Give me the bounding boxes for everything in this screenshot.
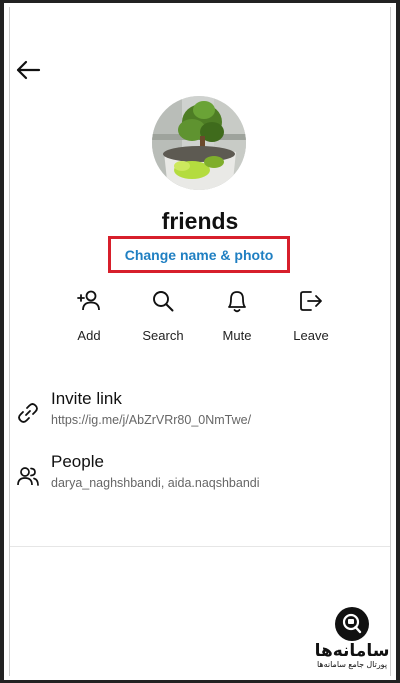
people-members: darya_naghshbandi, aida.naqshbandi (51, 476, 260, 490)
group-name: friends (161, 208, 239, 234)
bell-icon (228, 291, 246, 313)
invite-link-url: https://ig.me/j/AbZrVRr80_0NmTwe/ (51, 413, 252, 427)
add-button[interactable]: Add (54, 288, 124, 343)
add-label: Add (77, 328, 101, 343)
mute-label: Mute (222, 328, 252, 343)
change-name-photo-label: Change name & photo (124, 246, 274, 263)
leave-label: Leave (293, 328, 329, 343)
watermark-subtitle: پورتال جامع سامانه‌ها (316, 660, 388, 669)
arrow-left-icon (16, 60, 41, 80)
invite-link-row[interactable]: Invite link https://ig.me/j/AbZrVRr80_0N… (16, 389, 376, 433)
group-avatar[interactable] (152, 96, 246, 190)
bonsai-photo (152, 96, 246, 190)
people-row[interactable]: People darya_naghshbandi, aida.naqshband… (16, 452, 376, 496)
people-title: People (51, 452, 104, 471)
add-person-icon (77, 290, 100, 311)
watermark-name: سامانه‌ها (314, 641, 390, 660)
change-name-photo-button[interactable]: Change name & photo (108, 236, 290, 273)
back-button[interactable] (14, 58, 42, 82)
search-label: Search (142, 328, 184, 343)
watermark-badge-icon (335, 607, 369, 641)
watermark-logo: سامانه‌ها پورتال جامع سامانه‌ها (312, 607, 392, 677)
leave-icon (300, 291, 322, 311)
leave-button[interactable]: Leave (276, 288, 346, 343)
invite-link-title: Invite link (51, 389, 122, 408)
link-icon (18, 403, 38, 423)
people-icon (17, 467, 39, 486)
search-button[interactable]: Search (128, 288, 198, 343)
search-icon (153, 291, 174, 312)
mute-button[interactable]: Mute (202, 288, 272, 343)
action-bar: Add Search Mute Leave (0, 288, 400, 348)
divider (10, 546, 390, 547)
